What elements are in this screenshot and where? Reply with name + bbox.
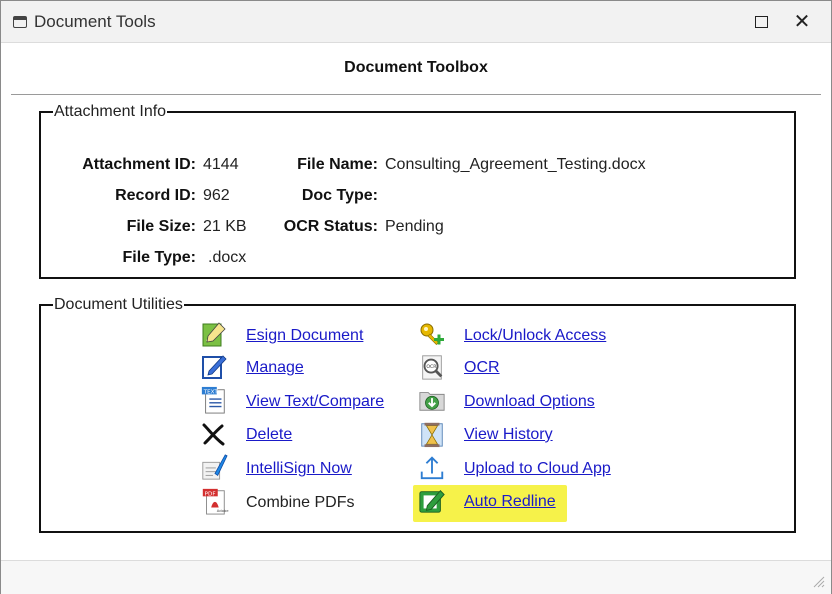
upload-to-cloud-app-link[interactable]: Upload to Cloud App xyxy=(464,460,611,478)
page-title: Document Toolbox xyxy=(344,59,488,76)
download-icon xyxy=(419,392,445,411)
file-size-label: File Size: xyxy=(126,218,196,235)
record-id-value: 962 xyxy=(203,187,230,204)
delete-item: Delete xyxy=(199,420,399,450)
ocr-icon: OCR xyxy=(422,355,443,380)
delete-x-icon xyxy=(202,423,225,446)
file-name-label: File Name: xyxy=(297,156,378,173)
view-history-link[interactable]: View History xyxy=(464,426,553,444)
view-history-item: View History xyxy=(417,420,617,450)
auto-redline-link[interactable]: Auto Redline xyxy=(464,493,556,511)
status-bar xyxy=(1,561,831,594)
title-divider xyxy=(11,94,821,95)
view-text-compare-item: TEXT View Text/Compare xyxy=(199,386,419,416)
lock-unlock-access-item: Lock/Unlock Access xyxy=(417,321,637,351)
svg-text:TEXT: TEXT xyxy=(203,389,219,395)
download-options-link[interactable]: Download Options xyxy=(464,393,595,411)
manage-link[interactable]: Manage xyxy=(246,359,304,377)
view-text-compare-link[interactable]: View Text/Compare xyxy=(246,393,384,411)
close-button[interactable]: ✕ xyxy=(791,11,813,33)
ocr-link[interactable]: OCR xyxy=(464,359,500,377)
file-name-value: Consulting_Agreement_Testing.docx xyxy=(385,156,646,173)
document-utilities-legend: Document Utilities xyxy=(54,296,183,313)
lock-unlock-access-link[interactable]: Lock/Unlock Access xyxy=(464,327,606,345)
content-area: Document Toolbox Attachment Info Attachm… xyxy=(1,44,831,560)
upload-icon xyxy=(420,456,444,480)
download-options-item: Download Options xyxy=(417,386,637,416)
esign-icon xyxy=(202,322,226,347)
intellisign-now-item: IntelliSign Now xyxy=(199,453,399,483)
upload-to-cloud-app-item: Upload to Cloud App xyxy=(417,453,637,483)
history-icon xyxy=(421,422,443,448)
attachment-info-legend: Attachment Info xyxy=(54,103,167,120)
ocr-status-label: OCR Status: xyxy=(283,218,378,235)
file-type-value: .docx xyxy=(208,249,247,266)
delete-link[interactable]: Delete xyxy=(246,426,292,444)
file-type-label: File Type: xyxy=(122,249,197,266)
combine-pdfs-label: Combine PDFs xyxy=(246,494,355,511)
svg-text:PDF: PDF xyxy=(205,491,216,497)
resize-grip-icon[interactable] xyxy=(813,576,825,588)
window-title: Document Tools xyxy=(34,12,156,31)
attachment-id-label: Attachment ID: xyxy=(82,156,196,173)
auto-redline-item: Auto Redline xyxy=(417,487,617,517)
combine-pdfs-item: PDF Adobe Combine PDFs xyxy=(199,487,399,517)
esign-document-item: Esign Document xyxy=(199,321,399,351)
intellisign-now-link[interactable]: IntelliSign Now xyxy=(246,460,352,478)
attachment-id-value: 4144 xyxy=(203,156,239,173)
redline-edit-icon xyxy=(419,490,445,513)
text-document-icon: TEXT xyxy=(201,386,225,414)
title-bar: Document Tools ✕ xyxy=(1,1,831,43)
attachment-info-section: Attachment Info Attachment ID: 4144 Reco… xyxy=(39,103,796,279)
maximize-icon xyxy=(755,16,768,28)
svg-text:OCR: OCR xyxy=(426,364,437,370)
svg-text:Adobe: Adobe xyxy=(217,509,229,513)
record-id-label: Record ID: xyxy=(115,187,196,204)
maximize-button[interactable] xyxy=(751,11,773,33)
doc-type-label: Doc Type: xyxy=(301,187,378,204)
esign-document-link[interactable]: Esign Document xyxy=(246,327,363,345)
ocr-status-value: Pending xyxy=(385,218,444,235)
manage-item: Manage xyxy=(199,353,399,383)
manage-icon xyxy=(202,355,227,379)
key-icon xyxy=(420,323,444,346)
window-icon xyxy=(13,16,27,28)
intellisign-icon xyxy=(202,454,228,480)
document-tools-window: Document Tools ✕ Document Toolbox Attach… xyxy=(0,0,832,594)
ocr-item: OCR OCR xyxy=(417,353,617,383)
pdf-icon: PDF Adobe xyxy=(202,488,229,515)
